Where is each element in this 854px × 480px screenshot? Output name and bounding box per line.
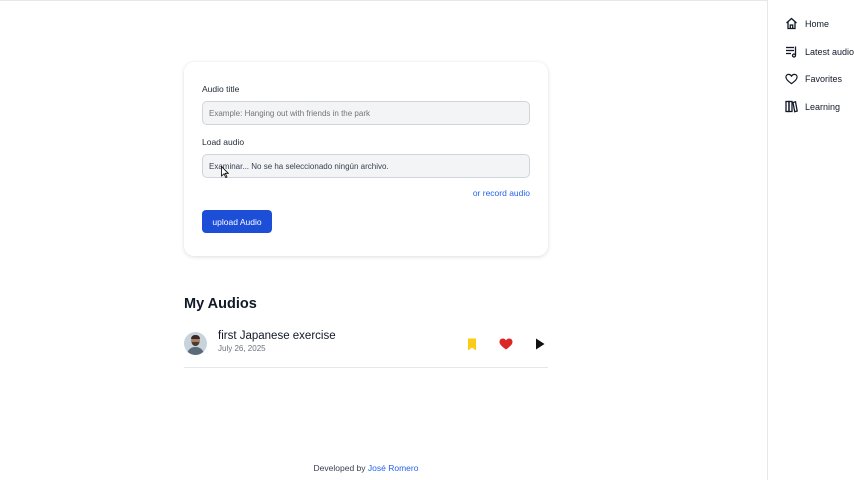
my-audios-heading: My Audios [184,296,257,312]
record-audio-link[interactable]: or record audio [473,188,530,198]
bookmark-icon[interactable] [464,336,480,352]
audio-title-label: Audio title [202,84,240,94]
upload-audio-button[interactable]: upload Audio [202,210,272,233]
sidebar-item-latest-audios[interactable]: Latest audios [785,45,854,58]
footer: Developed by José Romero [0,463,732,473]
heart-icon [785,72,798,85]
audio-date: July 26, 2025 [218,344,266,353]
avatar [184,332,207,355]
sidebar-item-label: Latest audios [805,46,854,57]
sidebar-item-favorites[interactable]: Favorites [785,72,842,85]
audio-actions [464,336,548,352]
footer-prefix: Developed by [313,463,366,473]
sidebar-item-label: Learning [805,101,841,112]
sidebar-item-label: Home [805,18,830,29]
audio-info: first Japanese exercise July 26, 2025 [218,330,336,353]
audio-title: first Japanese exercise [218,330,336,342]
sidebar-item-label: Favorites [805,73,843,84]
top-divider [0,0,854,1]
mouse-cursor-icon [221,166,229,178]
sidebar: Home Latest audios Favorites Learning [767,0,854,480]
load-audio-group: Load audio Examinar... No se ha seleccio… [202,137,530,178]
sidebar-item-learning[interactable]: Learning [785,100,840,113]
heart-icon[interactable] [498,336,514,352]
list-icon [785,45,798,58]
author-link[interactable]: José Romero [368,463,419,473]
audio-list-item[interactable]: first Japanese exercise July 26, 2025 [184,330,548,368]
main-content: Audio title Load audio Examinar... No se… [184,62,548,368]
audio-file-input[interactable]: Examinar... No se ha seleccionado ningún… [202,154,530,178]
upload-audio-card: Audio title Load audio Examinar... No se… [184,62,548,256]
load-audio-label: Load audio [202,137,245,147]
sidebar-item-home[interactable]: Home [785,17,829,30]
books-icon [785,100,798,113]
audio-title-input[interactable] [202,101,530,125]
home-icon [785,17,798,30]
play-icon[interactable] [532,336,548,352]
